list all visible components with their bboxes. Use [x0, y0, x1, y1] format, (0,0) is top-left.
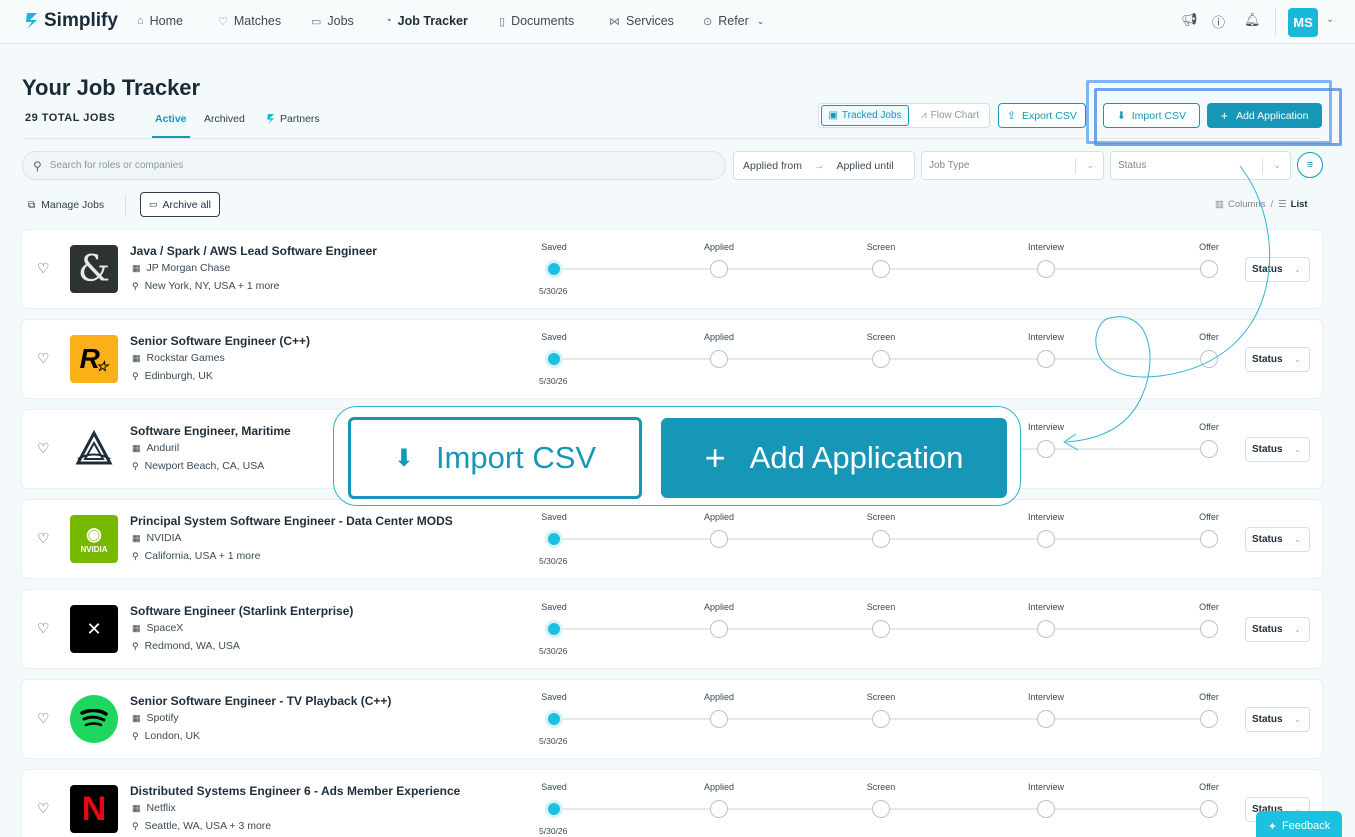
annotation-arrow: [1063, 165, 1271, 451]
sparkle-icon: ✦: [1267, 820, 1277, 833]
feedback-label: Feedback: [1281, 820, 1331, 832]
feedback-button[interactable]: ✦ Feedback: [1256, 811, 1342, 837]
